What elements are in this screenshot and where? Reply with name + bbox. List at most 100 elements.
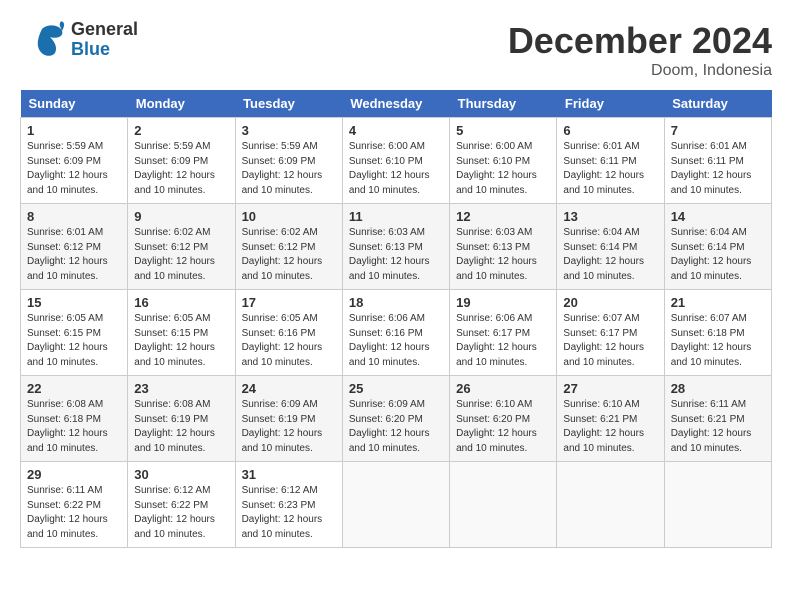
header-row: SundayMondayTuesdayWednesdayThursdayFrid… <box>21 90 772 118</box>
calendar-cell: 9 Sunrise: 6:02 AMSunset: 6:12 PMDayligh… <box>128 204 235 290</box>
calendar-cell: 27 Sunrise: 6:10 AMSunset: 6:21 PMDaylig… <box>557 376 664 462</box>
day-number: 27 <box>563 381 657 396</box>
day-header-tuesday: Tuesday <box>235 90 342 118</box>
day-number: 5 <box>456 123 550 138</box>
calendar-cell: 21 Sunrise: 6:07 AMSunset: 6:18 PMDaylig… <box>664 290 771 376</box>
calendar-cell: 19 Sunrise: 6:06 AMSunset: 6:17 PMDaylig… <box>450 290 557 376</box>
day-detail: Sunrise: 5:59 AMSunset: 6:09 PMDaylight:… <box>27 141 108 196</box>
day-detail: Sunrise: 6:01 AMSunset: 6:11 PMDaylight:… <box>563 141 644 196</box>
calendar-cell: 26 Sunrise: 6:10 AMSunset: 6:20 PMDaylig… <box>450 376 557 462</box>
day-detail: Sunrise: 6:08 AMSunset: 6:18 PMDaylight:… <box>27 399 108 454</box>
calendar-cell: 13 Sunrise: 6:04 AMSunset: 6:14 PMDaylig… <box>557 204 664 290</box>
day-detail: Sunrise: 6:04 AMSunset: 6:14 PMDaylight:… <box>671 227 752 282</box>
calendar-cell: 1 Sunrise: 5:59 AMSunset: 6:09 PMDayligh… <box>21 118 128 204</box>
calendar-cell: 22 Sunrise: 6:08 AMSunset: 6:18 PMDaylig… <box>21 376 128 462</box>
week-row-2: 8 Sunrise: 6:01 AMSunset: 6:12 PMDayligh… <box>21 204 772 290</box>
day-detail: Sunrise: 6:03 AMSunset: 6:13 PMDaylight:… <box>349 227 430 282</box>
day-number: 4 <box>349 123 443 138</box>
week-row-3: 15 Sunrise: 6:05 AMSunset: 6:15 PMDaylig… <box>21 290 772 376</box>
calendar-cell: 20 Sunrise: 6:07 AMSunset: 6:17 PMDaylig… <box>557 290 664 376</box>
day-detail: Sunrise: 6:09 AMSunset: 6:19 PMDaylight:… <box>242 399 323 454</box>
day-header-thursday: Thursday <box>450 90 557 118</box>
week-row-4: 22 Sunrise: 6:08 AMSunset: 6:18 PMDaylig… <box>21 376 772 462</box>
day-number: 12 <box>456 209 550 224</box>
calendar-cell: 29 Sunrise: 6:11 AMSunset: 6:22 PMDaylig… <box>21 462 128 548</box>
day-number: 26 <box>456 381 550 396</box>
day-number: 6 <box>563 123 657 138</box>
day-number: 2 <box>134 123 228 138</box>
week-row-5: 29 Sunrise: 6:11 AMSunset: 6:22 PMDaylig… <box>21 462 772 548</box>
logo-general: General <box>71 20 138 40</box>
day-detail: Sunrise: 6:01 AMSunset: 6:11 PMDaylight:… <box>671 141 752 196</box>
day-number: 29 <box>27 467 121 482</box>
day-detail: Sunrise: 6:03 AMSunset: 6:13 PMDaylight:… <box>456 227 537 282</box>
day-number: 11 <box>349 209 443 224</box>
logo-icon <box>20 21 65 59</box>
calendar-cell: 18 Sunrise: 6:06 AMSunset: 6:16 PMDaylig… <box>342 290 449 376</box>
day-header-friday: Friday <box>557 90 664 118</box>
day-number: 3 <box>242 123 336 138</box>
day-detail: Sunrise: 6:06 AMSunset: 6:17 PMDaylight:… <box>456 313 537 368</box>
calendar-cell: 12 Sunrise: 6:03 AMSunset: 6:13 PMDaylig… <box>450 204 557 290</box>
day-header-saturday: Saturday <box>664 90 771 118</box>
day-detail: Sunrise: 6:00 AMSunset: 6:10 PMDaylight:… <box>349 141 430 196</box>
day-number: 1 <box>27 123 121 138</box>
day-detail: Sunrise: 6:07 AMSunset: 6:18 PMDaylight:… <box>671 313 752 368</box>
day-number: 28 <box>671 381 765 396</box>
day-detail: Sunrise: 6:07 AMSunset: 6:17 PMDaylight:… <box>563 313 644 368</box>
day-detail: Sunrise: 6:02 AMSunset: 6:12 PMDaylight:… <box>242 227 323 282</box>
month-title: December 2024 <box>508 20 772 62</box>
day-header-sunday: Sunday <box>21 90 128 118</box>
title-block: December 2024 Doom, Indonesia <box>508 20 772 80</box>
page-header: General Blue December 2024 Doom, Indones… <box>20 20 772 80</box>
day-number: 30 <box>134 467 228 482</box>
day-number: 19 <box>456 295 550 310</box>
calendar-cell: 23 Sunrise: 6:08 AMSunset: 6:19 PMDaylig… <box>128 376 235 462</box>
calendar-table: SundayMondayTuesdayWednesdayThursdayFrid… <box>20 90 772 548</box>
day-number: 21 <box>671 295 765 310</box>
day-detail: Sunrise: 6:02 AMSunset: 6:12 PMDaylight:… <box>134 227 215 282</box>
day-number: 25 <box>349 381 443 396</box>
calendar-cell: 28 Sunrise: 6:11 AMSunset: 6:21 PMDaylig… <box>664 376 771 462</box>
day-number: 31 <box>242 467 336 482</box>
calendar-cell: 4 Sunrise: 6:00 AMSunset: 6:10 PMDayligh… <box>342 118 449 204</box>
day-number: 18 <box>349 295 443 310</box>
calendar-cell <box>557 462 664 548</box>
calendar-cell: 8 Sunrise: 6:01 AMSunset: 6:12 PMDayligh… <box>21 204 128 290</box>
day-detail: Sunrise: 6:11 AMSunset: 6:22 PMDaylight:… <box>27 485 108 540</box>
day-detail: Sunrise: 6:09 AMSunset: 6:20 PMDaylight:… <box>349 399 430 454</box>
day-detail: Sunrise: 6:05 AMSunset: 6:15 PMDaylight:… <box>134 313 215 368</box>
calendar-cell <box>664 462 771 548</box>
day-detail: Sunrise: 6:06 AMSunset: 6:16 PMDaylight:… <box>349 313 430 368</box>
day-number: 7 <box>671 123 765 138</box>
day-number: 14 <box>671 209 765 224</box>
week-row-1: 1 Sunrise: 5:59 AMSunset: 6:09 PMDayligh… <box>21 118 772 204</box>
calendar-cell: 10 Sunrise: 6:02 AMSunset: 6:12 PMDaylig… <box>235 204 342 290</box>
calendar-cell: 15 Sunrise: 6:05 AMSunset: 6:15 PMDaylig… <box>21 290 128 376</box>
calendar-cell: 14 Sunrise: 6:04 AMSunset: 6:14 PMDaylig… <box>664 204 771 290</box>
location-title: Doom, Indonesia <box>508 62 772 80</box>
day-detail: Sunrise: 6:12 AMSunset: 6:23 PMDaylight:… <box>242 485 323 540</box>
day-number: 23 <box>134 381 228 396</box>
calendar-cell: 3 Sunrise: 5:59 AMSunset: 6:09 PMDayligh… <box>235 118 342 204</box>
calendar-cell: 11 Sunrise: 6:03 AMSunset: 6:13 PMDaylig… <box>342 204 449 290</box>
day-detail: Sunrise: 6:00 AMSunset: 6:10 PMDaylight:… <box>456 141 537 196</box>
day-number: 20 <box>563 295 657 310</box>
day-detail: Sunrise: 6:05 AMSunset: 6:15 PMDaylight:… <box>27 313 108 368</box>
logo-text: General Blue <box>71 20 138 60</box>
day-number: 16 <box>134 295 228 310</box>
day-detail: Sunrise: 6:10 AMSunset: 6:21 PMDaylight:… <box>563 399 644 454</box>
calendar-cell: 30 Sunrise: 6:12 AMSunset: 6:22 PMDaylig… <box>128 462 235 548</box>
day-detail: Sunrise: 6:01 AMSunset: 6:12 PMDaylight:… <box>27 227 108 282</box>
calendar-cell <box>450 462 557 548</box>
calendar-cell: 6 Sunrise: 6:01 AMSunset: 6:11 PMDayligh… <box>557 118 664 204</box>
day-number: 10 <box>242 209 336 224</box>
logo: General Blue <box>20 20 138 60</box>
day-number: 9 <box>134 209 228 224</box>
calendar-cell: 24 Sunrise: 6:09 AMSunset: 6:19 PMDaylig… <box>235 376 342 462</box>
day-number: 22 <box>27 381 121 396</box>
calendar-cell: 7 Sunrise: 6:01 AMSunset: 6:11 PMDayligh… <box>664 118 771 204</box>
day-detail: Sunrise: 6:10 AMSunset: 6:20 PMDaylight:… <box>456 399 537 454</box>
calendar-cell <box>342 462 449 548</box>
day-detail: Sunrise: 6:08 AMSunset: 6:19 PMDaylight:… <box>134 399 215 454</box>
